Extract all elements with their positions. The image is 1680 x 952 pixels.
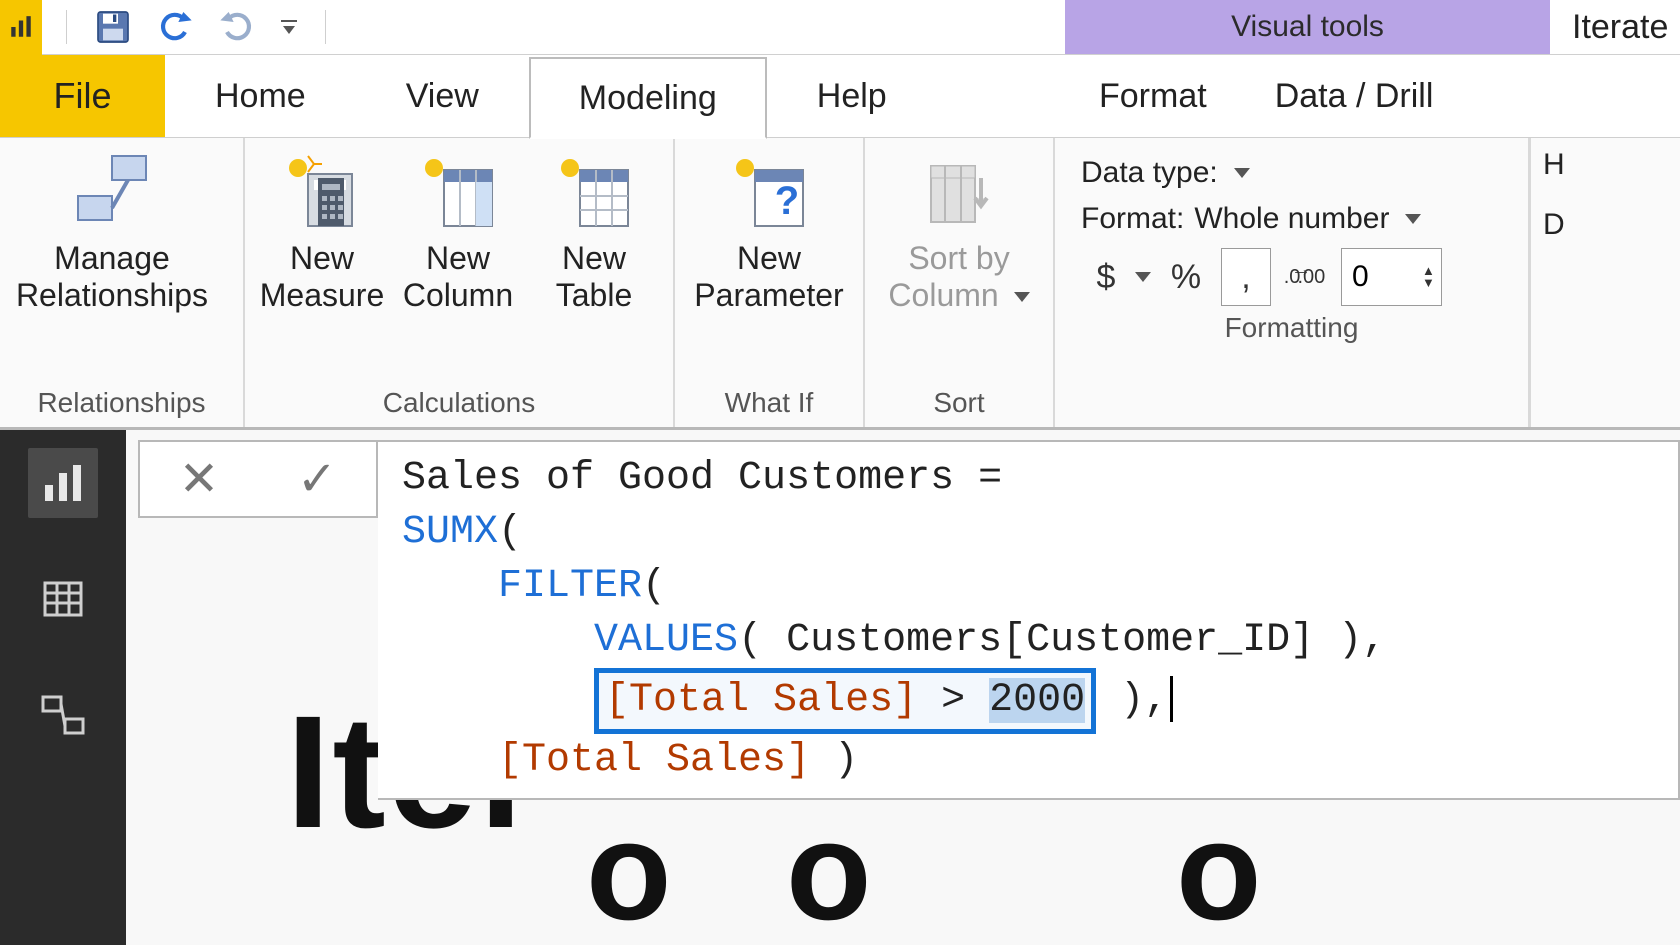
tab-home[interactable]: Home [165,55,356,137]
label: Relationships [16,277,208,313]
formula-bar-buttons: ✕ ✓ [138,440,378,518]
new-table-button[interactable]: NewTable [529,146,659,314]
separator [325,10,326,44]
background-glyph: o [786,790,872,952]
measure-name: Sales of Good Customers = [402,456,1026,501]
sort-icon [917,150,1001,234]
model-view-button[interactable] [28,680,98,750]
ribbon-group-whatif: ? NewParameter What If [675,138,865,427]
data-view-button[interactable] [28,564,98,634]
dax-function-sumx: SUMX [402,510,498,555]
column-icon [416,150,500,234]
decimal-places-icon: .0.00→ [1281,248,1331,306]
ribbon-group-sort: Sort byColumn Sort [865,138,1055,427]
currency-format-button[interactable]: $ [1081,248,1131,306]
ribbon-group-formatting: Data type: Format: Whole number $ % , .0… [1055,138,1530,427]
title-bar: Visual tools Iterate [0,0,1680,55]
document-title: Iterate [1572,0,1668,54]
save-button[interactable] [91,5,135,49]
group-label: Relationships [12,381,231,427]
format-label: Format: [1081,202,1184,236]
label: Sort by [908,240,1009,276]
ribbon-group-truncated: H D [1530,138,1590,427]
label: New [737,240,801,276]
data-type-label: Data type: [1081,156,1218,190]
label: Column [403,277,513,313]
label: Column [888,277,998,313]
tab-help[interactable]: Help [767,55,937,137]
dax-function-values: VALUES [594,618,738,663]
operator-gt: > [941,678,965,723]
svg-text:?: ? [775,179,799,223]
view-switcher [0,430,126,945]
separator [66,10,67,44]
ribbon-body: ManageRelationships Relationships NewMea… [0,138,1680,430]
relationships-icon [70,150,154,234]
tab-format[interactable]: Format [1065,55,1241,137]
report-canvas[interactable]: Iter o o o ✕ ✓ Sales of Good Customers =… [126,430,1680,945]
manage-relationships-button[interactable]: ManageRelationships [12,146,212,314]
format-dropdown[interactable] [1405,214,1421,224]
chevron-down-icon [1014,292,1030,302]
tab-modeling[interactable]: Modeling [529,57,767,139]
new-measure-button[interactable]: NewMeasure [257,146,387,314]
label: Parameter [694,277,843,313]
qat-customize-dropdown[interactable] [277,17,301,37]
commit-formula-button[interactable]: ✓ [297,451,337,507]
background-glyph: o [1176,790,1262,952]
label: New [426,240,490,276]
ribbon-group-relationships: ManageRelationships Relationships [0,138,245,427]
dax-function-filter: FILTER [498,564,642,609]
ribbon-group-calculations: NewMeasure NewColumn NewTable Calculatio… [245,138,675,427]
cancel-formula-button[interactable]: ✕ [179,451,219,507]
selected-literal: 2000 [989,678,1085,723]
table-icon [552,150,636,234]
stepper-down[interactable]: ▼ [1422,277,1435,289]
decimal-places-stepper[interactable]: ▲▼ [1341,248,1442,306]
quick-access-toolbar [0,0,332,54]
text-cursor [1170,676,1173,722]
group-label: Formatting [1067,306,1516,352]
label: New [290,240,354,276]
percent-format-button[interactable]: % [1161,248,1211,306]
label: New [562,240,626,276]
new-parameter-button[interactable]: ? NewParameter [687,146,851,314]
new-column-button[interactable]: NewColumn [393,146,523,314]
tab-file[interactable]: File [0,55,165,137]
redo-button[interactable] [215,5,259,49]
currency-dropdown[interactable] [1135,272,1151,282]
contextual-tabs: Format Data / Drill [1065,55,1467,137]
ribbon-tabs: File Home View Modeling Help Format Data… [0,55,1680,138]
group-label: Sort [877,381,1041,427]
measure-ref: [Total Sales] [605,678,917,723]
thousands-separator-button[interactable]: , [1221,248,1271,306]
report-view-button[interactable] [28,448,98,518]
group-label: What If [687,381,851,427]
parameter-icon: ? [727,150,811,234]
label: Table [556,277,633,313]
decimal-places-input[interactable] [1342,260,1422,294]
tab-data-drill[interactable]: Data / Drill [1241,55,1468,137]
format-value[interactable]: Whole number [1194,202,1389,236]
label: Manage [54,240,170,276]
formula-bar: ✕ ✓ Sales of Good Customers = SUMX( FILT… [138,440,1680,800]
main-area: Iter o o o ✕ ✓ Sales of Good Customers =… [0,430,1680,945]
background-glyph: o [586,790,672,952]
undo-button[interactable] [153,5,197,49]
column-ref: Customers[Customer_ID] [786,618,1314,663]
sort-by-column-button[interactable]: Sort byColumn [877,146,1041,314]
measure-ref: [Total Sales] [498,738,810,783]
group-label: Calculations [257,381,661,427]
formula-editor[interactable]: Sales of Good Customers = SUMX( FILTER( … [378,440,1680,800]
tab-view[interactable]: View [356,55,529,137]
truncated-label: D [1543,208,1590,242]
data-type-dropdown[interactable] [1234,168,1250,178]
highlighted-expression: [Total Sales] > 2000 [594,668,1096,734]
truncated-label: H [1543,148,1590,182]
contextual-tab-group-visual-tools: Visual tools [1065,0,1550,54]
measure-icon [280,150,364,234]
app-icon [0,0,42,55]
label: Measure [260,277,385,313]
